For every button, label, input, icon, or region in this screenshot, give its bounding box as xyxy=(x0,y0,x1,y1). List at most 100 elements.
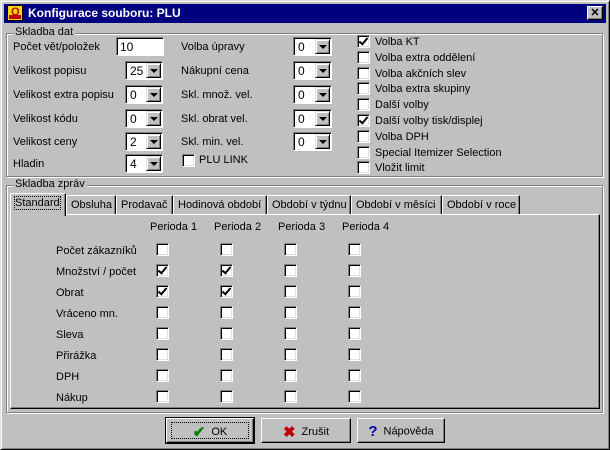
period-checkbox[interactable] xyxy=(284,348,297,361)
tab-label: Období v roce xyxy=(447,199,517,211)
field-combo[interactable]: 0 xyxy=(293,61,332,80)
combo-value: 0 xyxy=(130,88,137,102)
period-header: Perioda 2 xyxy=(214,221,262,233)
period-checkbox[interactable] xyxy=(284,306,297,319)
field-combo[interactable]: 0 xyxy=(293,37,332,56)
option-checkbox[interactable] xyxy=(357,98,370,112)
period-checkbox[interactable] xyxy=(220,285,233,298)
period-checkbox[interactable] xyxy=(284,327,297,340)
field-combo[interactable]: 0 xyxy=(125,109,163,128)
field-label: Velikost ceny xyxy=(13,136,78,148)
option-checkbox[interactable] xyxy=(357,145,370,159)
chevron-down-icon[interactable] xyxy=(146,156,161,171)
period-checkbox[interactable] xyxy=(220,390,233,403)
period-checkbox[interactable] xyxy=(156,348,169,361)
period-checkbox[interactable] xyxy=(284,285,297,298)
field-label: Velikost popisu xyxy=(13,65,87,77)
period-checkbox[interactable] xyxy=(348,243,361,256)
period-checkbox[interactable] xyxy=(156,390,169,403)
tab-6[interactable]: Období v roce xyxy=(442,195,520,215)
tab-5[interactable]: Období v měsíci xyxy=(351,195,442,215)
tab-0[interactable]: Standard xyxy=(10,193,66,216)
period-checkbox[interactable] xyxy=(220,306,233,319)
combo-value: 0 xyxy=(298,88,305,102)
plu-link-label: PLU LINK xyxy=(199,154,248,166)
tab-label: Standard xyxy=(14,196,61,210)
period-header: Perioda 3 xyxy=(278,221,326,233)
period-checkbox[interactable] xyxy=(284,243,297,256)
chevron-down-icon[interactable] xyxy=(315,134,330,149)
report-row-label: Počet zákazníků xyxy=(56,245,137,257)
field-combo[interactable]: 4 xyxy=(125,154,163,173)
tab-1[interactable]: Obsluha xyxy=(66,195,116,215)
period-checkbox[interactable] xyxy=(220,327,233,340)
period-checkbox[interactable] xyxy=(284,369,297,382)
period-checkbox[interactable] xyxy=(220,369,233,382)
help-button[interactable]: ? Nápověda xyxy=(357,418,445,443)
report-row-label: DPH xyxy=(56,371,80,383)
field-combo[interactable]: 0 xyxy=(293,109,332,128)
period-checkbox[interactable] xyxy=(348,369,361,382)
tab-2[interactable]: Prodavač xyxy=(116,195,173,215)
combo-value: 4 xyxy=(130,157,137,171)
chevron-down-icon[interactable] xyxy=(315,63,330,78)
option-checkbox[interactable] xyxy=(357,50,370,64)
period-checkbox[interactable] xyxy=(348,390,361,403)
chevron-down-icon[interactable] xyxy=(146,134,161,149)
report-row-label: Množství / počet xyxy=(56,266,137,278)
app-icon: Q xyxy=(7,5,23,21)
field-label: Velikost extra popisu xyxy=(13,89,114,101)
option-label: Volba DPH xyxy=(375,130,429,143)
period-checkbox[interactable] xyxy=(156,369,169,382)
field-combo[interactable]: 2 xyxy=(125,132,163,151)
period-checkbox[interactable] xyxy=(348,306,361,319)
period-checkbox[interactable] xyxy=(284,264,297,277)
period-checkbox[interactable] xyxy=(156,306,169,319)
close-button[interactable]: ✕ xyxy=(587,6,603,20)
period-header: Perioda 1 xyxy=(150,221,198,233)
report-row-label: Vráceno mn. xyxy=(56,308,118,320)
field-combo[interactable]: 0 xyxy=(293,85,332,104)
period-checkbox[interactable] xyxy=(156,264,169,277)
chevron-down-icon[interactable] xyxy=(146,63,161,78)
period-checkbox[interactable] xyxy=(220,264,233,277)
field-label: Hladin xyxy=(13,158,45,170)
option-checkbox[interactable] xyxy=(357,114,370,127)
period-checkbox[interactable] xyxy=(156,285,169,298)
combo-value: 0 xyxy=(130,112,137,126)
record-count-input[interactable]: 10 xyxy=(116,37,164,56)
field-combo[interactable]: 0 xyxy=(293,132,332,151)
chevron-down-icon[interactable] xyxy=(315,111,330,126)
period-checkbox[interactable] xyxy=(156,243,169,256)
tab-4[interactable]: Období v týdnu xyxy=(267,195,351,215)
ok-button-label: OK xyxy=(211,425,228,438)
period-checkbox[interactable] xyxy=(220,348,233,361)
plu-link-checkbox[interactable] xyxy=(182,154,195,167)
combo-value: 2 xyxy=(130,135,137,149)
chevron-down-icon[interactable] xyxy=(315,39,330,54)
chevron-down-icon[interactable] xyxy=(146,111,161,126)
field-combo[interactable]: 25 xyxy=(125,61,163,80)
option-checkbox[interactable] xyxy=(357,129,370,143)
period-checkbox[interactable] xyxy=(220,243,233,256)
option-checkbox[interactable] xyxy=(357,82,370,96)
ok-button[interactable]: ✔ OK xyxy=(165,417,255,444)
option-checkbox[interactable] xyxy=(357,35,370,48)
period-checkbox[interactable] xyxy=(348,327,361,340)
option-checkbox[interactable] xyxy=(357,161,370,175)
title-bar[interactable]: Q Konfigurace souboru: PLU ✕ xyxy=(4,4,606,23)
option-label: Special Itemizer Selection xyxy=(375,146,502,159)
chevron-down-icon[interactable] xyxy=(146,87,161,102)
tab-label: Obsluha xyxy=(71,199,112,211)
option-checkbox[interactable] xyxy=(357,66,370,80)
period-checkbox[interactable] xyxy=(284,390,297,403)
field-combo[interactable]: 0 xyxy=(125,85,163,104)
period-checkbox[interactable] xyxy=(348,264,361,277)
tab-3[interactable]: Hodinová období xyxy=(173,195,267,215)
period-checkbox[interactable] xyxy=(156,327,169,340)
chevron-down-icon[interactable] xyxy=(315,87,330,102)
period-checkbox[interactable] xyxy=(348,348,361,361)
report-row-label: Přirážka xyxy=(56,350,97,362)
period-checkbox[interactable] xyxy=(348,285,361,298)
cancel-button[interactable]: ✖ Zrušit xyxy=(261,418,351,443)
